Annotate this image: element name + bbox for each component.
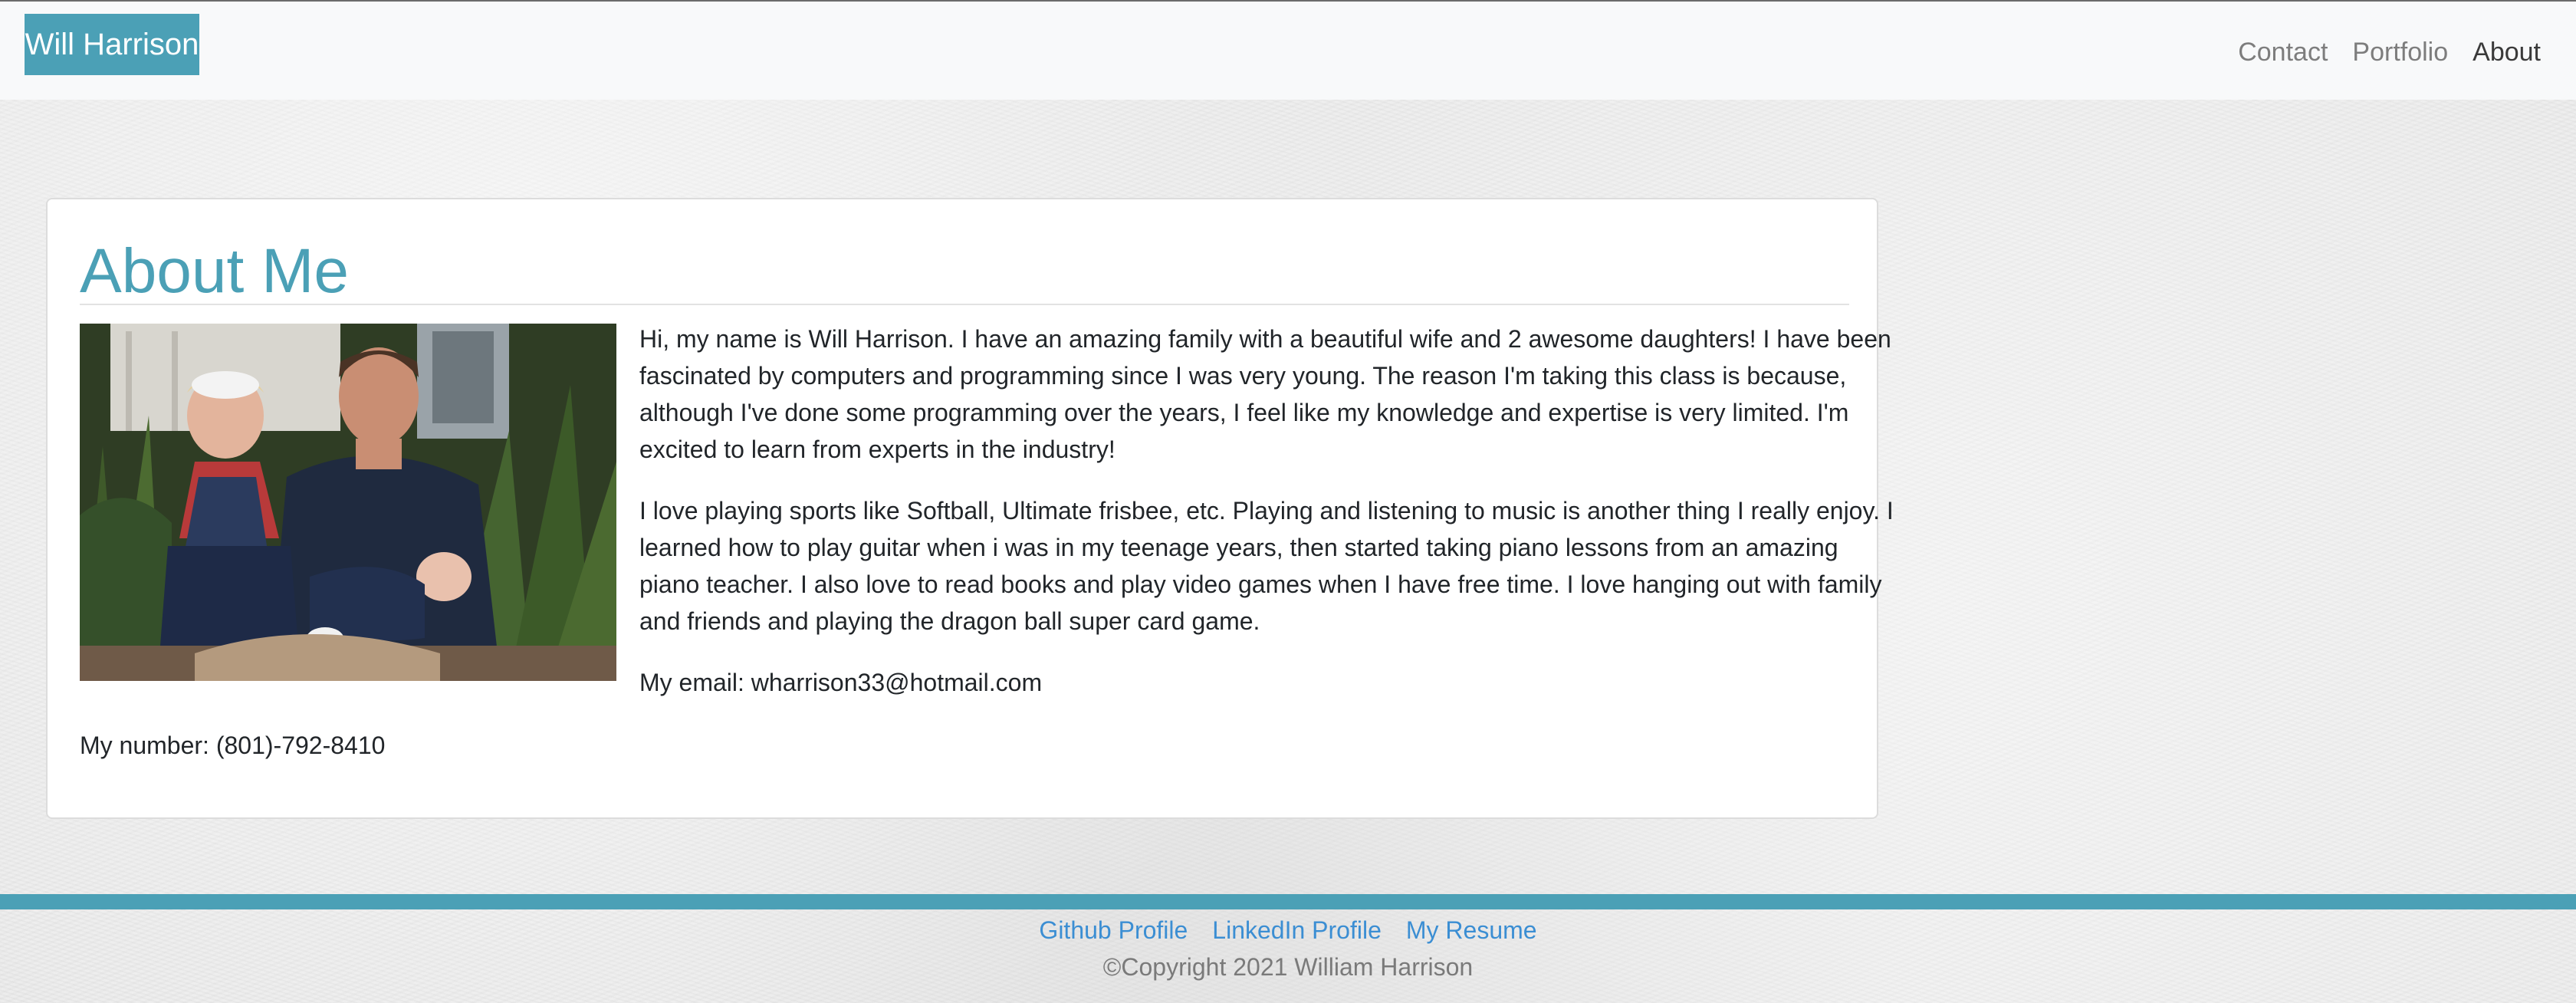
page-title: About Me (80, 236, 349, 306)
family-photo (80, 324, 616, 681)
nav-link-portfolio[interactable]: Portfolio (2352, 34, 2448, 71)
nav-links: Contact Portfolio About (2238, 34, 2541, 71)
brand-logo[interactable]: Will Harrison (25, 14, 199, 75)
linkedin-profile-link[interactable]: LinkedIn Profile (1212, 913, 1382, 948)
resume-link[interactable]: My Resume (1406, 913, 1537, 948)
bio-text: Hi, my name is Will Harrison. I have an … (639, 321, 1897, 725)
copyright-text: ©Copyright 2021 William Harrison (1102, 953, 1474, 981)
nav-link-about[interactable]: About (2472, 34, 2541, 71)
nav-link-contact[interactable]: Contact (2238, 34, 2328, 71)
footer-accent-bar (0, 894, 2576, 909)
bio-paragraph-1: Hi, my name is Will Harrison. I have an … (639, 325, 1891, 463)
github-profile-link[interactable]: Github Profile (1039, 913, 1188, 948)
about-card: About Me Hi, my name is Will Harrison. I… (46, 198, 1894, 819)
bio-paragraph-2: I love playing sports like Softball, Ult… (639, 497, 1894, 635)
contact-email: My email: wharrison33@hotmail.com (639, 669, 1043, 696)
contact-number: My number: (801)-792-8410 (80, 732, 386, 759)
title-divider (80, 304, 1849, 305)
navbar: Will Harrison Contact Portfolio About (0, 2, 2576, 100)
footer-links: Github Profile LinkedIn Profile My Resum… (0, 913, 2576, 948)
family-photo-image (80, 324, 616, 681)
